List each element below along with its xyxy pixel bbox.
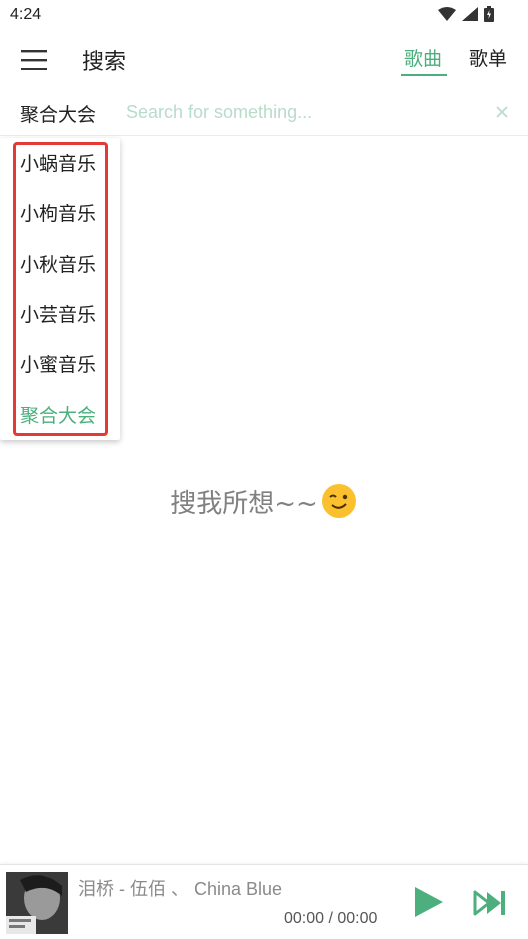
search-input[interactable] <box>126 98 466 126</box>
play-button[interactable] <box>410 884 446 920</box>
search-bar: 聚合大会 <box>0 88 528 136</box>
tab-songs[interactable]: 歌曲 <box>404 44 442 71</box>
dropdown-item-aggregate[interactable]: 聚合大会 <box>20 401 96 431</box>
mini-player[interactable]: 泪桥 - 伍佰 、 China Blue 00:00 / 00:00 <box>0 864 528 939</box>
track-time: 00:00 / 00:00 <box>284 910 378 927</box>
source-dropdown-menu: 小蜗音乐 小枸音乐 小秋音乐 小芸音乐 小蜜音乐 聚合大会 <box>0 138 120 440</box>
status-time: 4:24 <box>10 6 42 23</box>
status-icons <box>438 6 494 22</box>
dropdown-item-xiaoyun[interactable]: 小芸音乐 <box>20 300 96 330</box>
empty-state: 搜我所想~~ <box>0 482 528 520</box>
dropdown-item-xiaoqiu[interactable]: 小秋音乐 <box>20 250 96 280</box>
album-art[interactable] <box>6 872 68 934</box>
album-cover-image <box>6 872 68 934</box>
active-tab-indicator <box>401 74 447 76</box>
skip-next-icon <box>473 890 505 916</box>
battery-icon <box>484 6 494 22</box>
tab-playlists[interactable]: 歌单 <box>469 44 507 71</box>
dropdown-item-xiaomi[interactable]: 小蜜音乐 <box>20 350 96 380</box>
dropdown-item-xiaogou[interactable]: 小枸音乐 <box>20 199 96 229</box>
source-selector[interactable]: 聚合大会 <box>20 100 96 127</box>
status-bar: 4:24 <box>0 0 528 32</box>
winking-face-icon <box>321 484 356 518</box>
menu-button[interactable] <box>14 40 54 80</box>
close-icon <box>496 106 508 118</box>
wifi-icon <box>438 7 456 21</box>
track-title: 泪桥 - 伍佰 、 China Blue <box>78 879 283 899</box>
dropdown-item-xiaowo[interactable]: 小蜗音乐 <box>20 149 96 179</box>
app-header: 搜索 歌曲 歌单 <box>0 32 528 86</box>
empty-state-text: 搜我所想~~ <box>170 488 318 519</box>
play-icon <box>415 887 443 917</box>
signal-icon <box>462 7 478 21</box>
hamburger-menu-icon <box>21 50 47 70</box>
page-title: 搜索 <box>82 50 127 75</box>
next-track-button[interactable] <box>472 887 508 919</box>
clear-search-button[interactable] <box>492 102 512 122</box>
